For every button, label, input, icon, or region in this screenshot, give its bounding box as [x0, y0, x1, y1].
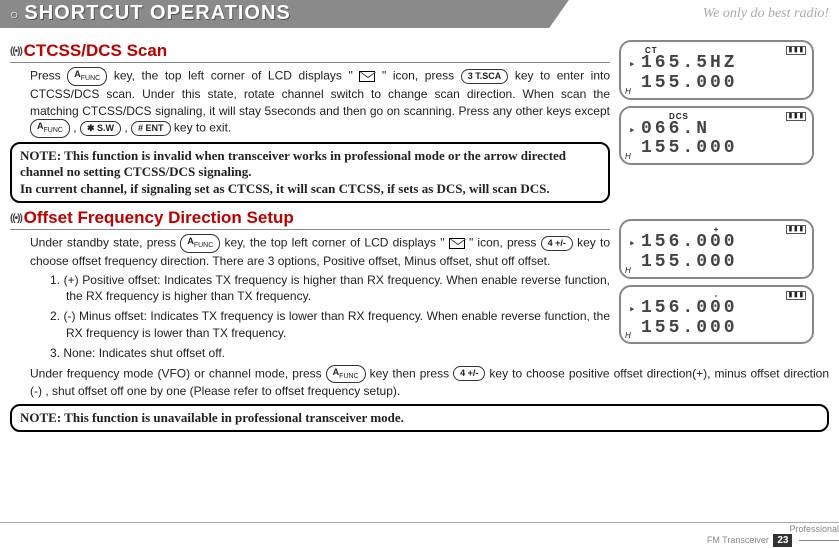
key-a-func: AFUNC — [67, 67, 107, 86]
lcd-line-1: ▸156.000 — [629, 299, 804, 319]
footer: Professional FM Transceiver 23 — [0, 522, 839, 548]
section-heading-offset: Offset Frequency Direction Setup — [10, 208, 610, 230]
lcd-corner: H — [625, 87, 631, 96]
battery-icon: ▮▮▮ — [786, 291, 806, 300]
section-heading-ctcss: CTCSS/DCS Scan — [10, 41, 610, 63]
offset-paragraph-1: Under standby state, press AFUNC key, th… — [10, 234, 610, 270]
battery-icon: ▮▮▮ — [786, 225, 806, 234]
lcd-display-minus: - ▮▮▮ ▸156.000 155.000 H — [619, 285, 814, 345]
envelope-icon — [359, 71, 375, 82]
lcd-display-dcs: DCS ▮▮▮ ▸066.N 155.000 H — [619, 106, 814, 166]
lcd-column: CT ▮▮▮ ▸165.5HZ 155.000 H DCS ▮▮▮ ▸066.N… — [619, 36, 829, 350]
footer-text-1: Professional — [789, 524, 839, 534]
key-4-plusminus: 4 +/- — [541, 236, 573, 251]
note-text-1: NOTE: This function is invalid when tran… — [20, 148, 566, 179]
lcd-line-2: 155.000 — [629, 253, 804, 273]
lcd-corner: H — [625, 266, 631, 275]
text: key to exit. — [174, 121, 231, 135]
key-a-func: AFUNC — [30, 119, 70, 138]
note-box-ctcss: NOTE: This function is invalid when tran… — [10, 142, 610, 203]
list-item: 1. (+) Positive offset: Indicates TX fre… — [50, 272, 610, 306]
lcd-display-ct: CT ▮▮▮ ▸165.5HZ 155.000 H — [619, 40, 814, 100]
note-text: NOTE: This function is unavailable in pr… — [20, 410, 404, 425]
text: , — [124, 121, 131, 135]
tagline: We only do best radio! — [703, 6, 829, 22]
offset-options-list: 1. (+) Positive offset: Indicates TX fre… — [30, 272, 610, 362]
note-box-offset: NOTE: This function is unavailable in pr… — [10, 404, 829, 432]
lcd-corner: H — [625, 152, 631, 161]
key-3-tsca: 3 T.SCA — [461, 69, 509, 84]
list-item: 2. (-) Minus offset: Indicates TX freque… — [50, 308, 610, 342]
footer-text-2: FM Transceiver — [707, 535, 769, 545]
lcd-line-2: 155.000 — [629, 319, 804, 339]
offset-paragraph-2: Under frequency mode (VFO) or channel mo… — [10, 365, 829, 401]
battery-icon: ▮▮▮ — [786, 112, 806, 121]
text: Under frequency mode (VFO) or channel mo… — [30, 366, 326, 380]
text: key, the top left corner of LCD displays… — [114, 69, 360, 83]
text: key, the top left corner of LCD displays… — [225, 236, 449, 250]
lcd-line-2: 155.000 — [629, 139, 804, 159]
footer-line — [799, 540, 839, 541]
battery-icon: ▮▮▮ — [786, 46, 806, 55]
text: " icon, press — [382, 69, 461, 83]
envelope-icon — [449, 238, 465, 249]
text: Press — [30, 69, 67, 83]
key-hash-ent: # ENT — [131, 121, 171, 136]
lcd-line-1: ▸165.5HZ — [629, 54, 804, 74]
key-a-func: AFUNC — [180, 234, 220, 253]
text: key then press — [370, 366, 453, 380]
key-a-func: AFUNC — [326, 365, 366, 384]
key-star-sw: ✱ S.W — [80, 121, 121, 136]
key-4-plusminus: 4 +/- — [453, 366, 485, 381]
lcd-corner: H — [625, 331, 631, 340]
text: " icon, press — [469, 236, 541, 250]
page-number: 23 — [773, 534, 792, 547]
lcd-line-1: ▸066.N — [629, 120, 804, 140]
ctcss-paragraph: Press AFUNC key, the top left corner of … — [10, 67, 610, 138]
lcd-line-1: ▸156.000 — [629, 233, 804, 253]
list-item: 3. None: Indicates shut offset off. — [50, 345, 610, 362]
lcd-display-plus: + ▮▮▮ ▸156.000 155.000 H — [619, 219, 814, 279]
lcd-line-2: 155.000 — [629, 74, 804, 94]
note-text-2: In current channel, if signaling set as … — [20, 181, 550, 196]
text: Under standby state, press — [30, 236, 180, 250]
text: , — [73, 121, 80, 135]
